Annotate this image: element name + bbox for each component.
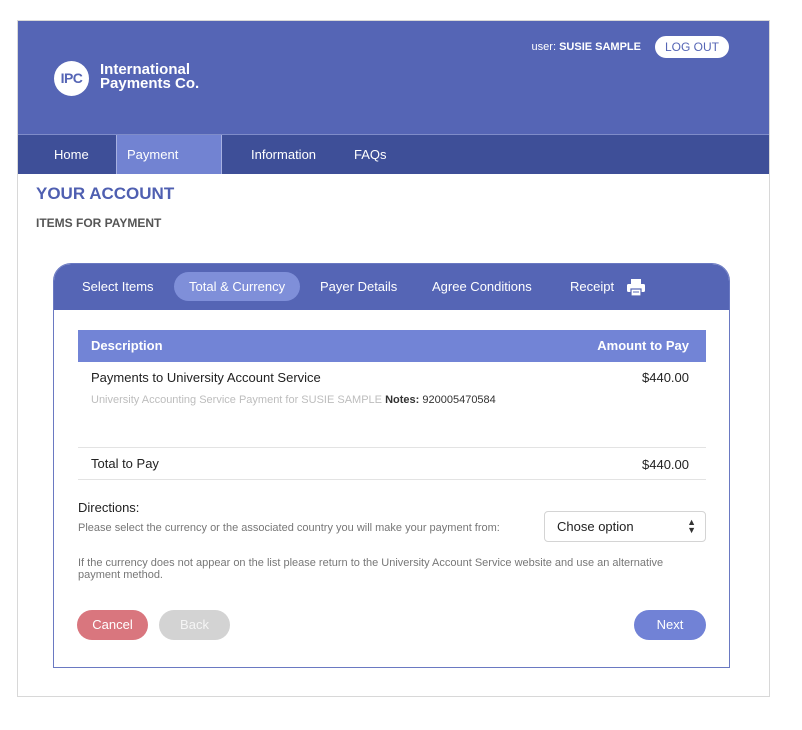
tab-agree-conditions[interactable]: Agree Conditions (432, 279, 532, 294)
currency-note: If the currency does not appear on the l… (78, 557, 664, 581)
total-amount: $440.00 (642, 457, 689, 472)
brand-name: International Payments Co. (100, 62, 200, 92)
total-label: Total to Pay (91, 456, 159, 471)
tab-select-items[interactable]: Select Items (82, 279, 154, 294)
cancel-button[interactable]: Cancel (77, 610, 148, 640)
next-button[interactable]: Next (634, 610, 706, 640)
step-tabs: Select Items Total & Currency Payer Deta… (54, 264, 729, 310)
item-description: Payments to University Account Service (91, 370, 321, 385)
header: IPC International Payments Co. user: SUS… (18, 21, 769, 134)
nav-payment-items[interactable]: Payment Items (116, 135, 222, 201)
page-title: YOUR ACCOUNT (36, 184, 175, 203)
notes-value: 920005470584 (422, 394, 496, 406)
directions-text: Please select the currency or the associ… (78, 522, 500, 534)
item-amount: $440.00 (642, 370, 689, 385)
tab-payer-details[interactable]: Payer Details (320, 279, 397, 294)
brand-line-2: Payments Co. (100, 75, 200, 92)
user-area: user: SUSIE SAMPLE LOG OUT (532, 36, 729, 58)
column-description: Description (91, 338, 163, 353)
nav-information[interactable]: Information (251, 135, 316, 174)
divider (78, 479, 706, 480)
divider (78, 447, 706, 448)
payment-card: Select Items Total & Currency Payer Deta… (53, 263, 730, 668)
item-detail-text: University Accounting Service Payment fo… (91, 394, 383, 406)
directions-title: Directions: (78, 500, 140, 515)
user-info: user: SUSIE SAMPLE (532, 41, 641, 53)
currency-select-value: Chose option (557, 519, 634, 534)
currency-select[interactable]: Chose option ▲ ▼ (544, 511, 706, 542)
back-button[interactable]: Back (159, 610, 230, 640)
tab-total-currency[interactable]: Total & Currency (174, 272, 301, 301)
page-subtitle: ITEMS FOR PAYMENT (36, 216, 162, 230)
nav-faqs[interactable]: FAQs (354, 135, 387, 174)
item-detail: University Accounting Service Payment fo… (91, 394, 496, 406)
logout-button[interactable]: LOG OUT (654, 36, 729, 58)
main-nav: Home Payment Items Information FAQs (18, 134, 769, 201)
column-amount: Amount to Pay (597, 338, 689, 353)
printer-icon[interactable] (626, 277, 646, 297)
notes-label: Notes: (385, 394, 420, 406)
nav-home[interactable]: Home (54, 135, 89, 174)
tab-receipt[interactable]: Receipt (570, 279, 614, 294)
logo-badge: IPC (54, 61, 89, 96)
select-arrows-icon: ▲ ▼ (687, 517, 696, 535)
user-label: user: (531, 41, 557, 53)
table-header: Description Amount to Pay (78, 330, 706, 362)
user-name: SUSIE SAMPLE (559, 41, 641, 53)
